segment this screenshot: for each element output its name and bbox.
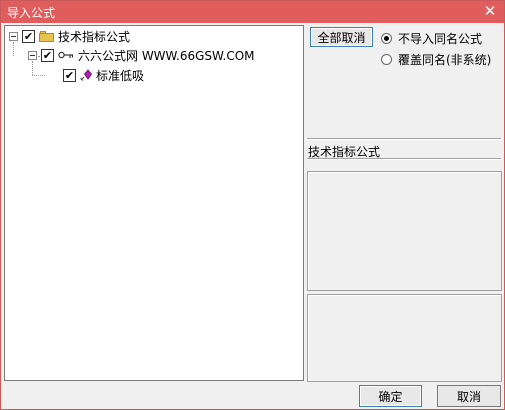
root-checkbox[interactable]: ✔ bbox=[22, 29, 35, 43]
collapse-toggle[interactable] bbox=[9, 31, 18, 41]
close-icon[interactable]: ✕ bbox=[482, 2, 498, 20]
tree-node-root[interactable]: ✔ 技术指标公式 bbox=[9, 27, 130, 45]
tree-node-group[interactable]: ✔ 六六公式网 WWW.66GSW.COM bbox=[28, 46, 255, 64]
tree-node-leaf[interactable]: ✔ 标准低吸 bbox=[63, 66, 144, 84]
group-checkbox[interactable]: ✔ bbox=[41, 48, 54, 62]
tree-line bbox=[32, 75, 45, 76]
divider bbox=[307, 158, 501, 160]
collapse-toggle[interactable] bbox=[28, 50, 37, 60]
radio-selected-indicator bbox=[381, 33, 392, 44]
overwrite-duplicates-radio[interactable]: 覆盖同名(非系统) bbox=[381, 51, 491, 68]
formula-description-panel bbox=[307, 294, 502, 382]
key-icon bbox=[58, 51, 74, 59]
tree-node-label: 技术指标公式 bbox=[58, 29, 131, 44]
skip-duplicates-radio[interactable]: 不导入同名公式 bbox=[381, 30, 482, 47]
formula-icon bbox=[80, 69, 92, 81]
ok-button[interactable]: 确定 bbox=[359, 385, 422, 407]
tree-node-label: 标准低吸 bbox=[96, 68, 145, 83]
import-formula-dialog: 导入公式 ✕ ✔ 技术指标公式 ✔ 六六公式网 WWW.66GSW.COM ✔ … bbox=[0, 0, 505, 410]
radio-label: 不导入同名公式 bbox=[398, 32, 483, 46]
formula-info-panel bbox=[307, 171, 502, 291]
title-bar: 导入公式 ✕ bbox=[1, 1, 504, 23]
radio-indicator bbox=[381, 54, 392, 65]
radio-label: 覆盖同名(非系统) bbox=[398, 53, 492, 67]
divider bbox=[307, 138, 501, 140]
window-title: 导入公式 bbox=[7, 6, 56, 20]
folder-icon bbox=[39, 30, 54, 42]
cancel-button[interactable]: 取消 bbox=[437, 385, 501, 407]
deselect-all-button[interactable]: 全部取消 bbox=[310, 27, 373, 47]
tree-node-label: 六六公式网 WWW.66GSW.COM bbox=[78, 48, 255, 63]
formula-tree[interactable]: ✔ 技术指标公式 ✔ 六六公式网 WWW.66GSW.COM ✔ 标准低吸 bbox=[4, 25, 304, 381]
leaf-checkbox[interactable]: ✔ bbox=[63, 68, 76, 82]
